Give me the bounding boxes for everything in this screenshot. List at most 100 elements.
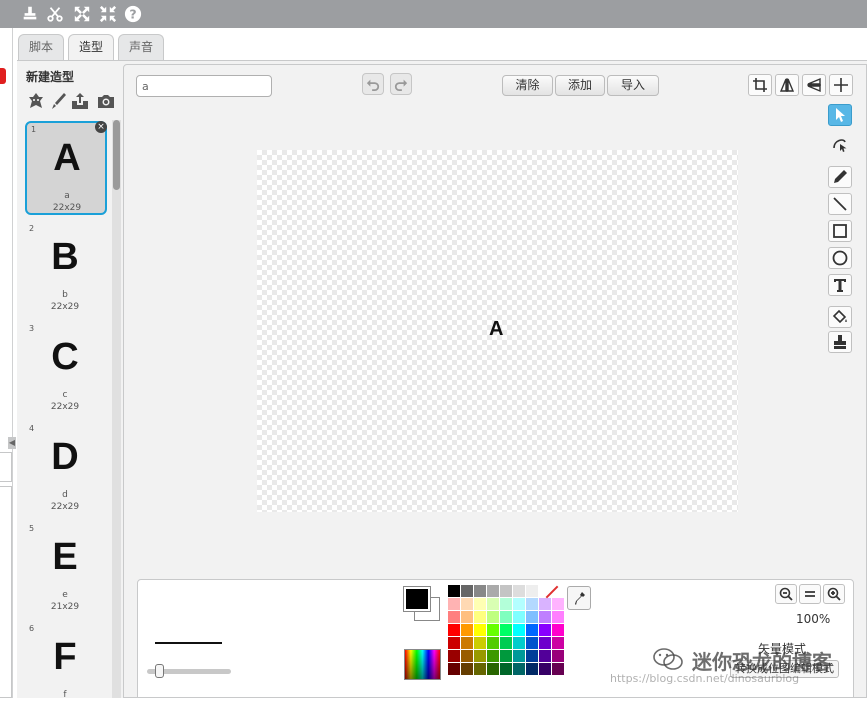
undo-icon[interactable] bbox=[362, 73, 384, 95]
grow-icon[interactable] bbox=[72, 4, 92, 24]
costume-list-scrollbar[interactable] bbox=[112, 120, 121, 698]
color-swatch[interactable] bbox=[500, 611, 512, 623]
color-swatch[interactable] bbox=[461, 637, 473, 649]
color-swatch[interactable] bbox=[539, 650, 551, 662]
color-swatch[interactable] bbox=[448, 637, 460, 649]
color-swatch[interactable] bbox=[448, 611, 460, 623]
flip-horizontal-icon[interactable] bbox=[775, 74, 799, 96]
color-swatch[interactable] bbox=[552, 624, 564, 636]
color-swatch[interactable] bbox=[487, 611, 499, 623]
color-swatch[interactable] bbox=[526, 663, 538, 675]
color-swatch[interactable] bbox=[539, 637, 551, 649]
color-swatch[interactable] bbox=[552, 650, 564, 662]
color-swatch[interactable] bbox=[513, 663, 525, 675]
delete-costume-icon[interactable]: × bbox=[95, 121, 107, 133]
rectangle-tool-icon[interactable] bbox=[828, 220, 852, 242]
color-spectrum-button[interactable] bbox=[404, 649, 441, 680]
zoom-in-icon[interactable] bbox=[823, 584, 845, 604]
color-swatch[interactable] bbox=[487, 637, 499, 649]
fill-tool-icon[interactable] bbox=[828, 306, 852, 328]
color-swatch[interactable] bbox=[474, 585, 486, 597]
color-swatch[interactable] bbox=[487, 624, 499, 636]
costume-name-input[interactable] bbox=[136, 75, 272, 97]
clear-button[interactable]: 清除 bbox=[502, 75, 553, 96]
redo-icon[interactable] bbox=[390, 73, 412, 95]
tab-scripts[interactable]: 脚本 bbox=[18, 34, 65, 60]
costume-list-scroll-thumb[interactable] bbox=[113, 120, 120, 190]
color-swatch[interactable] bbox=[487, 598, 499, 610]
canvas-costume-text[interactable]: A bbox=[489, 318, 503, 341]
color-swatch[interactable] bbox=[474, 611, 486, 623]
color-swatch[interactable] bbox=[448, 663, 460, 675]
color-swatch[interactable] bbox=[448, 598, 460, 610]
color-swatch[interactable] bbox=[526, 598, 538, 610]
color-swatch[interactable] bbox=[539, 611, 551, 623]
costume-item[interactable]: 2 B b 22x29 bbox=[25, 222, 107, 316]
color-swatch[interactable] bbox=[526, 624, 538, 636]
color-swatch[interactable] bbox=[552, 663, 564, 675]
text-tool-icon[interactable] bbox=[828, 274, 852, 296]
color-swatch[interactable] bbox=[461, 663, 473, 675]
tab-sounds[interactable]: 声音 bbox=[118, 34, 165, 60]
color-swatch[interactable] bbox=[539, 624, 551, 636]
color-swatch[interactable] bbox=[474, 663, 486, 675]
color-swatch[interactable] bbox=[461, 585, 473, 597]
color-swatch[interactable] bbox=[448, 624, 460, 636]
color-swatch[interactable] bbox=[461, 598, 473, 610]
color-swatch[interactable] bbox=[461, 624, 473, 636]
color-swatch[interactable] bbox=[552, 637, 564, 649]
primary-color-swatch[interactable] bbox=[403, 586, 431, 612]
zoom-reset-icon[interactable] bbox=[799, 584, 821, 604]
color-swatch[interactable] bbox=[513, 650, 525, 662]
color-swatch[interactable] bbox=[513, 624, 525, 636]
color-swatch[interactable] bbox=[500, 663, 512, 675]
color-swatch[interactable] bbox=[487, 650, 499, 662]
costume-item[interactable]: 4 D d 22x29 bbox=[25, 422, 107, 516]
add-button[interactable]: 添加 bbox=[555, 75, 605, 96]
color-swatch[interactable] bbox=[513, 611, 525, 623]
color-swatch[interactable] bbox=[539, 598, 551, 610]
color-swatch[interactable] bbox=[461, 650, 473, 662]
color-swatch[interactable] bbox=[500, 637, 512, 649]
color-swatch[interactable] bbox=[487, 663, 499, 675]
shrink-icon[interactable] bbox=[98, 4, 118, 24]
line-width-slider-handle[interactable] bbox=[155, 664, 164, 678]
eyedropper-icon[interactable] bbox=[567, 586, 591, 610]
color-swatch[interactable] bbox=[461, 611, 473, 623]
line-tool-icon[interactable] bbox=[828, 193, 852, 215]
color-swatch[interactable] bbox=[526, 611, 538, 623]
zoom-out-icon[interactable] bbox=[775, 584, 797, 604]
color-swatch[interactable] bbox=[526, 585, 538, 597]
color-swatch[interactable] bbox=[487, 585, 499, 597]
color-swatch[interactable] bbox=[500, 650, 512, 662]
flip-vertical-icon[interactable] bbox=[802, 74, 826, 96]
help-icon[interactable]: ? bbox=[123, 4, 143, 24]
stop-sign-icon[interactable] bbox=[0, 68, 6, 84]
scissors-icon[interactable] bbox=[45, 4, 65, 24]
set-center-icon[interactable] bbox=[829, 74, 853, 96]
color-swatch[interactable] bbox=[500, 624, 512, 636]
ellipse-tool-icon[interactable] bbox=[828, 247, 852, 269]
upload-icon[interactable] bbox=[70, 91, 90, 111]
pencil-tool-icon[interactable] bbox=[828, 166, 852, 188]
color-swatch[interactable] bbox=[474, 650, 486, 662]
color-swatch[interactable] bbox=[500, 598, 512, 610]
color-swatch[interactable] bbox=[448, 650, 460, 662]
color-swatch[interactable] bbox=[474, 598, 486, 610]
stamp-icon[interactable] bbox=[20, 4, 40, 24]
import-button[interactable]: 导入 bbox=[607, 75, 659, 96]
camera-icon[interactable] bbox=[96, 91, 116, 111]
costume-item[interactable]: 5 E e 21x29 bbox=[25, 522, 107, 616]
stamp-tool-icon[interactable] bbox=[828, 331, 852, 353]
collapse-arrow-icon[interactable]: ◀ bbox=[8, 437, 16, 449]
reshape-tool-icon[interactable] bbox=[828, 133, 852, 155]
sprite-library-icon[interactable] bbox=[26, 91, 46, 111]
select-tool-icon[interactable] bbox=[828, 104, 852, 126]
color-swatch[interactable] bbox=[552, 598, 564, 610]
color-swatch[interactable] bbox=[500, 585, 512, 597]
color-swatch[interactable] bbox=[513, 585, 525, 597]
color-swatch[interactable] bbox=[526, 650, 538, 662]
color-swatch[interactable] bbox=[526, 637, 538, 649]
color-swatch[interactable] bbox=[539, 663, 551, 675]
costume-item[interactable]: 6 F f bbox=[25, 622, 107, 716]
